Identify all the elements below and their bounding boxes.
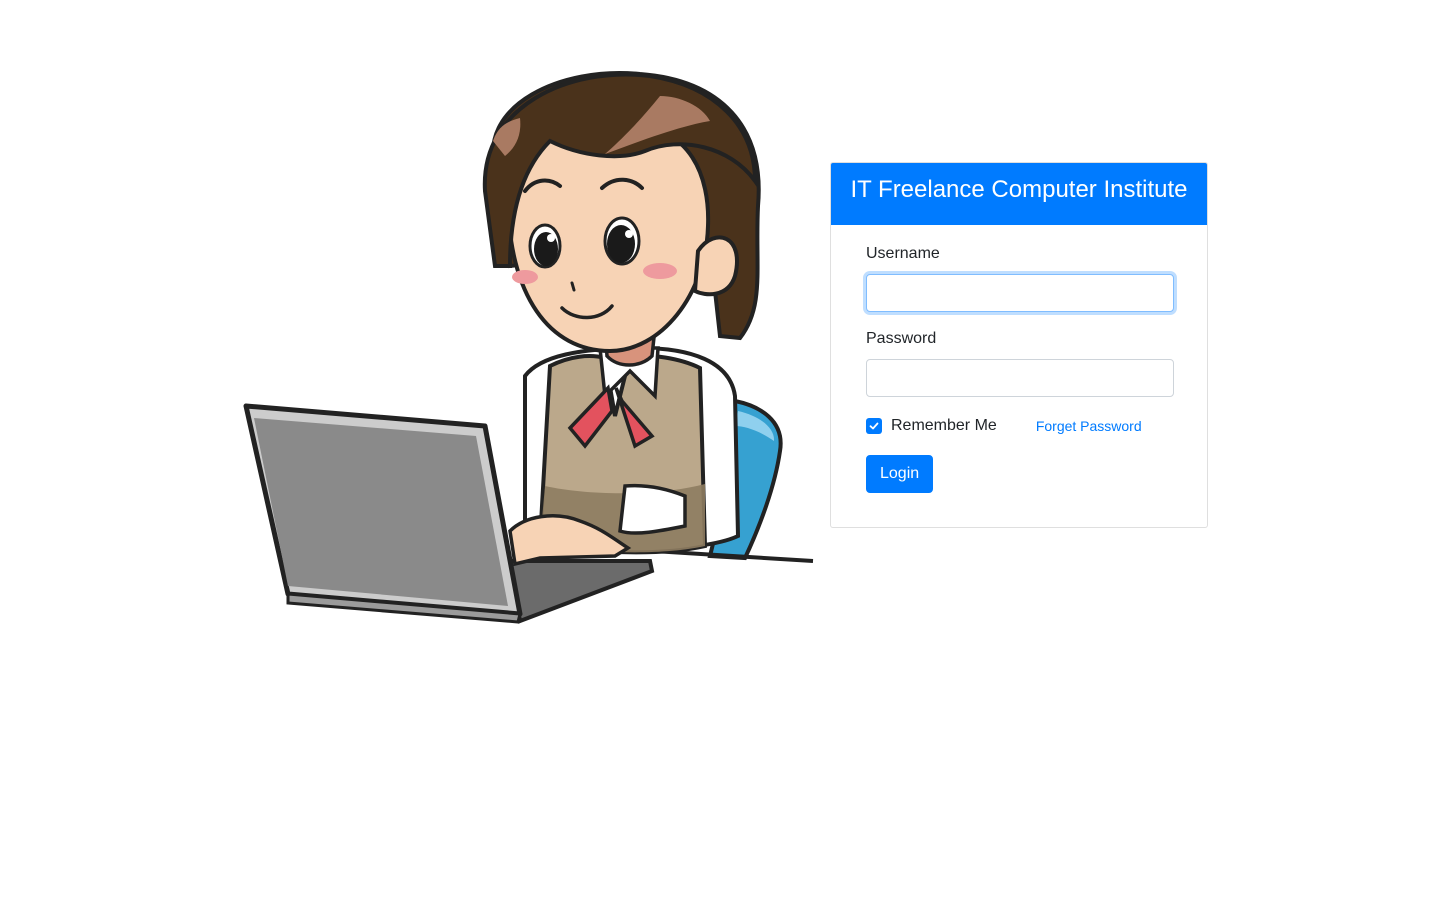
login-form: Username Password Remember Me Forget Pas… <box>831 245 1207 493</box>
site-title: IT Freelance Computer Institute <box>850 176 1188 203</box>
password-label: Password <box>866 330 937 347</box>
username-label: Username <box>866 245 940 262</box>
remember-row: Remember Me Forget Password <box>866 417 1172 435</box>
forget-password-link[interactable]: Forget Password <box>1036 418 1142 434</box>
card-header: IT Freelance Computer Institute <box>831 163 1207 225</box>
login-card: IT Freelance Computer Institute Username… <box>830 162 1208 528</box>
remember-me-checkbox[interactable] <box>866 418 882 434</box>
remember-me-label[interactable]: Remember Me <box>891 417 997 435</box>
woman-laptop-illustration <box>240 66 820 626</box>
password-input[interactable] <box>866 359 1174 397</box>
login-page: IT Freelance Computer Institute Username… <box>0 0 1440 900</box>
checkmark-icon <box>869 422 879 430</box>
username-input[interactable] <box>866 274 1174 312</box>
login-button[interactable]: Login <box>866 455 934 493</box>
